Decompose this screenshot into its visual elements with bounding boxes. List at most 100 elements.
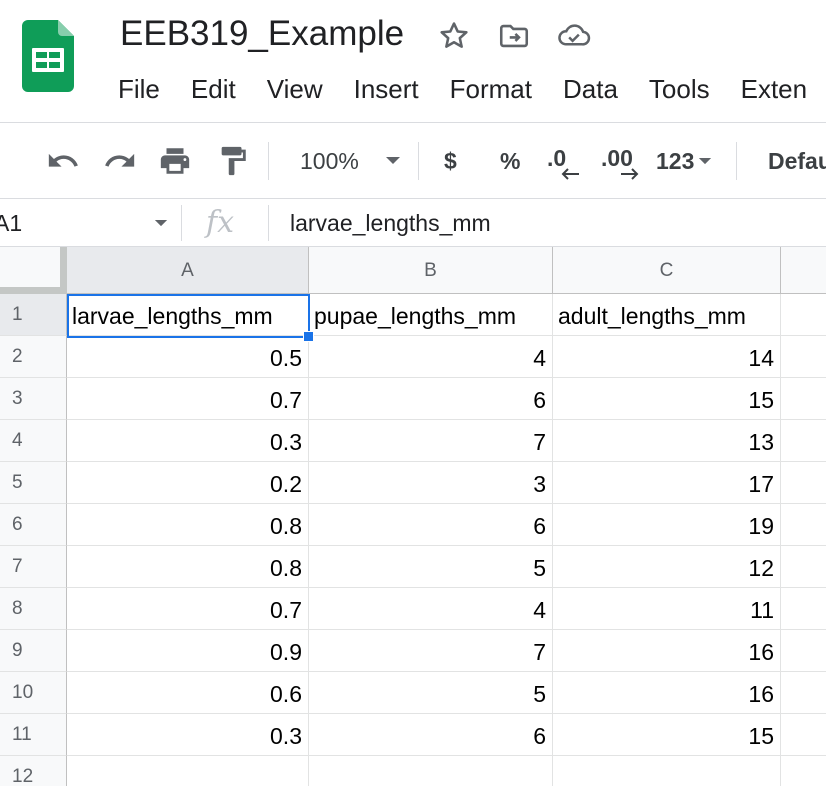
cell-b7[interactable]: 5 — [309, 546, 553, 588]
cell-d1[interactable] — [781, 294, 826, 336]
cell-c7[interactable]: 12 — [553, 546, 781, 588]
document-title[interactable]: EEB319_Example — [120, 12, 404, 56]
cell-c10[interactable]: 16 — [553, 672, 781, 714]
column-header-b[interactable]: B — [309, 247, 553, 294]
cell-d9[interactable] — [781, 630, 826, 672]
redo-icon[interactable] — [103, 124, 137, 198]
cell-a9[interactable]: 0.9 — [67, 630, 309, 672]
fill-handle[interactable] — [303, 331, 314, 342]
row-header-5[interactable]: 5 — [0, 462, 67, 504]
cell-d2[interactable] — [781, 336, 826, 378]
cell-a3[interactable]: 0.7 — [67, 378, 309, 420]
row-header-3[interactable]: 3 — [0, 378, 67, 420]
cell-c12[interactable] — [553, 756, 781, 786]
cell-b8[interactable]: 4 — [309, 588, 553, 630]
cell-a1[interactable]: larvae_lengths_mm — [67, 294, 309, 336]
cell-c3[interactable]: 15 — [553, 378, 781, 420]
row-header-4[interactable]: 4 — [0, 420, 67, 462]
cell-d5[interactable] — [781, 462, 826, 504]
row-header-7[interactable]: 7 — [0, 546, 67, 588]
cell-d3[interactable] — [781, 378, 826, 420]
star-icon[interactable] — [436, 18, 472, 54]
row-header-10[interactable]: 10 — [0, 672, 67, 714]
cell-b10[interactable]: 5 — [309, 672, 553, 714]
menu-tools[interactable]: Tools — [649, 72, 710, 106]
row-header-12[interactable]: 12 — [0, 756, 67, 786]
cell-a5[interactable]: 0.2 — [67, 462, 309, 504]
formula-separator — [268, 205, 269, 241]
cell-c11[interactable]: 15 — [553, 714, 781, 756]
cell-d8[interactable] — [781, 588, 826, 630]
column-header-a[interactable]: A — [67, 247, 309, 294]
zoom-value: 100% — [300, 147, 359, 174]
percent-format-button[interactable]: % — [500, 124, 520, 198]
menu-bar: File Edit View Insert Format Data Tools … — [118, 72, 826, 106]
column-header-c[interactable]: C — [553, 247, 781, 294]
cloud-saved-icon[interactable] — [556, 18, 592, 54]
cell-d12[interactable] — [781, 756, 826, 786]
cell-a4[interactable]: 0.3 — [67, 420, 309, 462]
sheets-logo-icon[interactable] — [22, 20, 74, 92]
cell-b12[interactable] — [309, 756, 553, 786]
freeze-row-handle[interactable] — [0, 287, 67, 294]
chevron-down-icon — [385, 157, 400, 164]
cell-a8[interactable]: 0.7 — [67, 588, 309, 630]
cell-a2[interactable]: 0.5 — [67, 336, 309, 378]
increase-decimal-button[interactable]: .00 — [601, 124, 639, 198]
cell-d10[interactable] — [781, 672, 826, 714]
cell-d6[interactable] — [781, 504, 826, 546]
cell-c5[interactable]: 17 — [553, 462, 781, 504]
cell-c9[interactable]: 16 — [553, 630, 781, 672]
name-box-chevron-down-icon[interactable] — [154, 219, 168, 228]
menu-insert[interactable]: Insert — [354, 72, 419, 106]
cell-d7[interactable] — [781, 546, 826, 588]
row-header-6[interactable]: 6 — [0, 504, 67, 546]
font-select[interactable]: Defau — [768, 124, 826, 198]
column-header-d[interactable] — [781, 247, 826, 294]
title-actions — [436, 18, 592, 54]
row-header-1[interactable]: 1 — [0, 294, 67, 336]
cell-c8[interactable]: 11 — [553, 588, 781, 630]
cell-a6[interactable]: 0.8 — [67, 504, 309, 546]
cell-b11[interactable]: 6 — [309, 714, 553, 756]
cell-a12[interactable] — [67, 756, 309, 786]
fx-icon: fx — [206, 205, 235, 240]
cell-a7[interactable]: 0.8 — [67, 546, 309, 588]
menu-file[interactable]: File — [118, 72, 160, 106]
cell-a10[interactable]: 0.6 — [67, 672, 309, 714]
more-formats-button[interactable]: 123 — [656, 124, 712, 198]
cell-b4[interactable]: 7 — [309, 420, 553, 462]
cell-a11[interactable]: 0.3 — [67, 714, 309, 756]
menu-extensions[interactable]: Exten — [741, 72, 808, 106]
cell-b9[interactable]: 7 — [309, 630, 553, 672]
cell-d11[interactable] — [781, 714, 826, 756]
paint-format-icon[interactable] — [216, 124, 250, 198]
cell-c1[interactable]: adult_lengths_mm — [553, 294, 781, 336]
chevron-down-icon — [699, 157, 712, 164]
currency-format-button[interactable]: $ — [444, 124, 457, 198]
cell-c4[interactable]: 13 — [553, 420, 781, 462]
row-header-9[interactable]: 9 — [0, 630, 67, 672]
menu-edit[interactable]: Edit — [191, 72, 236, 106]
row-header-11[interactable]: 11 — [0, 714, 67, 756]
cell-c6[interactable]: 19 — [553, 504, 781, 546]
cell-b1[interactable]: pupae_lengths_mm — [309, 294, 553, 336]
menu-format[interactable]: Format — [450, 72, 532, 106]
row-header-8[interactable]: 8 — [0, 588, 67, 630]
print-icon[interactable] — [158, 124, 192, 198]
cell-b6[interactable]: 6 — [309, 504, 553, 546]
menu-data[interactable]: Data — [563, 72, 618, 106]
cell-d4[interactable] — [781, 420, 826, 462]
cell-c2[interactable]: 14 — [553, 336, 781, 378]
move-to-folder-icon[interactable] — [496, 18, 532, 54]
cell-b3[interactable]: 6 — [309, 378, 553, 420]
formula-input[interactable]: larvae_lengths_mm — [290, 199, 491, 247]
undo-icon[interactable] — [46, 124, 80, 198]
zoom-select[interactable]: 100% — [300, 124, 401, 198]
cell-b5[interactable]: 3 — [309, 462, 553, 504]
name-box[interactable]: A1 — [0, 199, 22, 247]
decrease-decimal-button[interactable]: .0 — [547, 124, 579, 198]
menu-view[interactable]: View — [267, 72, 323, 106]
cell-b2[interactable]: 4 — [309, 336, 553, 378]
row-header-2[interactable]: 2 — [0, 336, 67, 378]
